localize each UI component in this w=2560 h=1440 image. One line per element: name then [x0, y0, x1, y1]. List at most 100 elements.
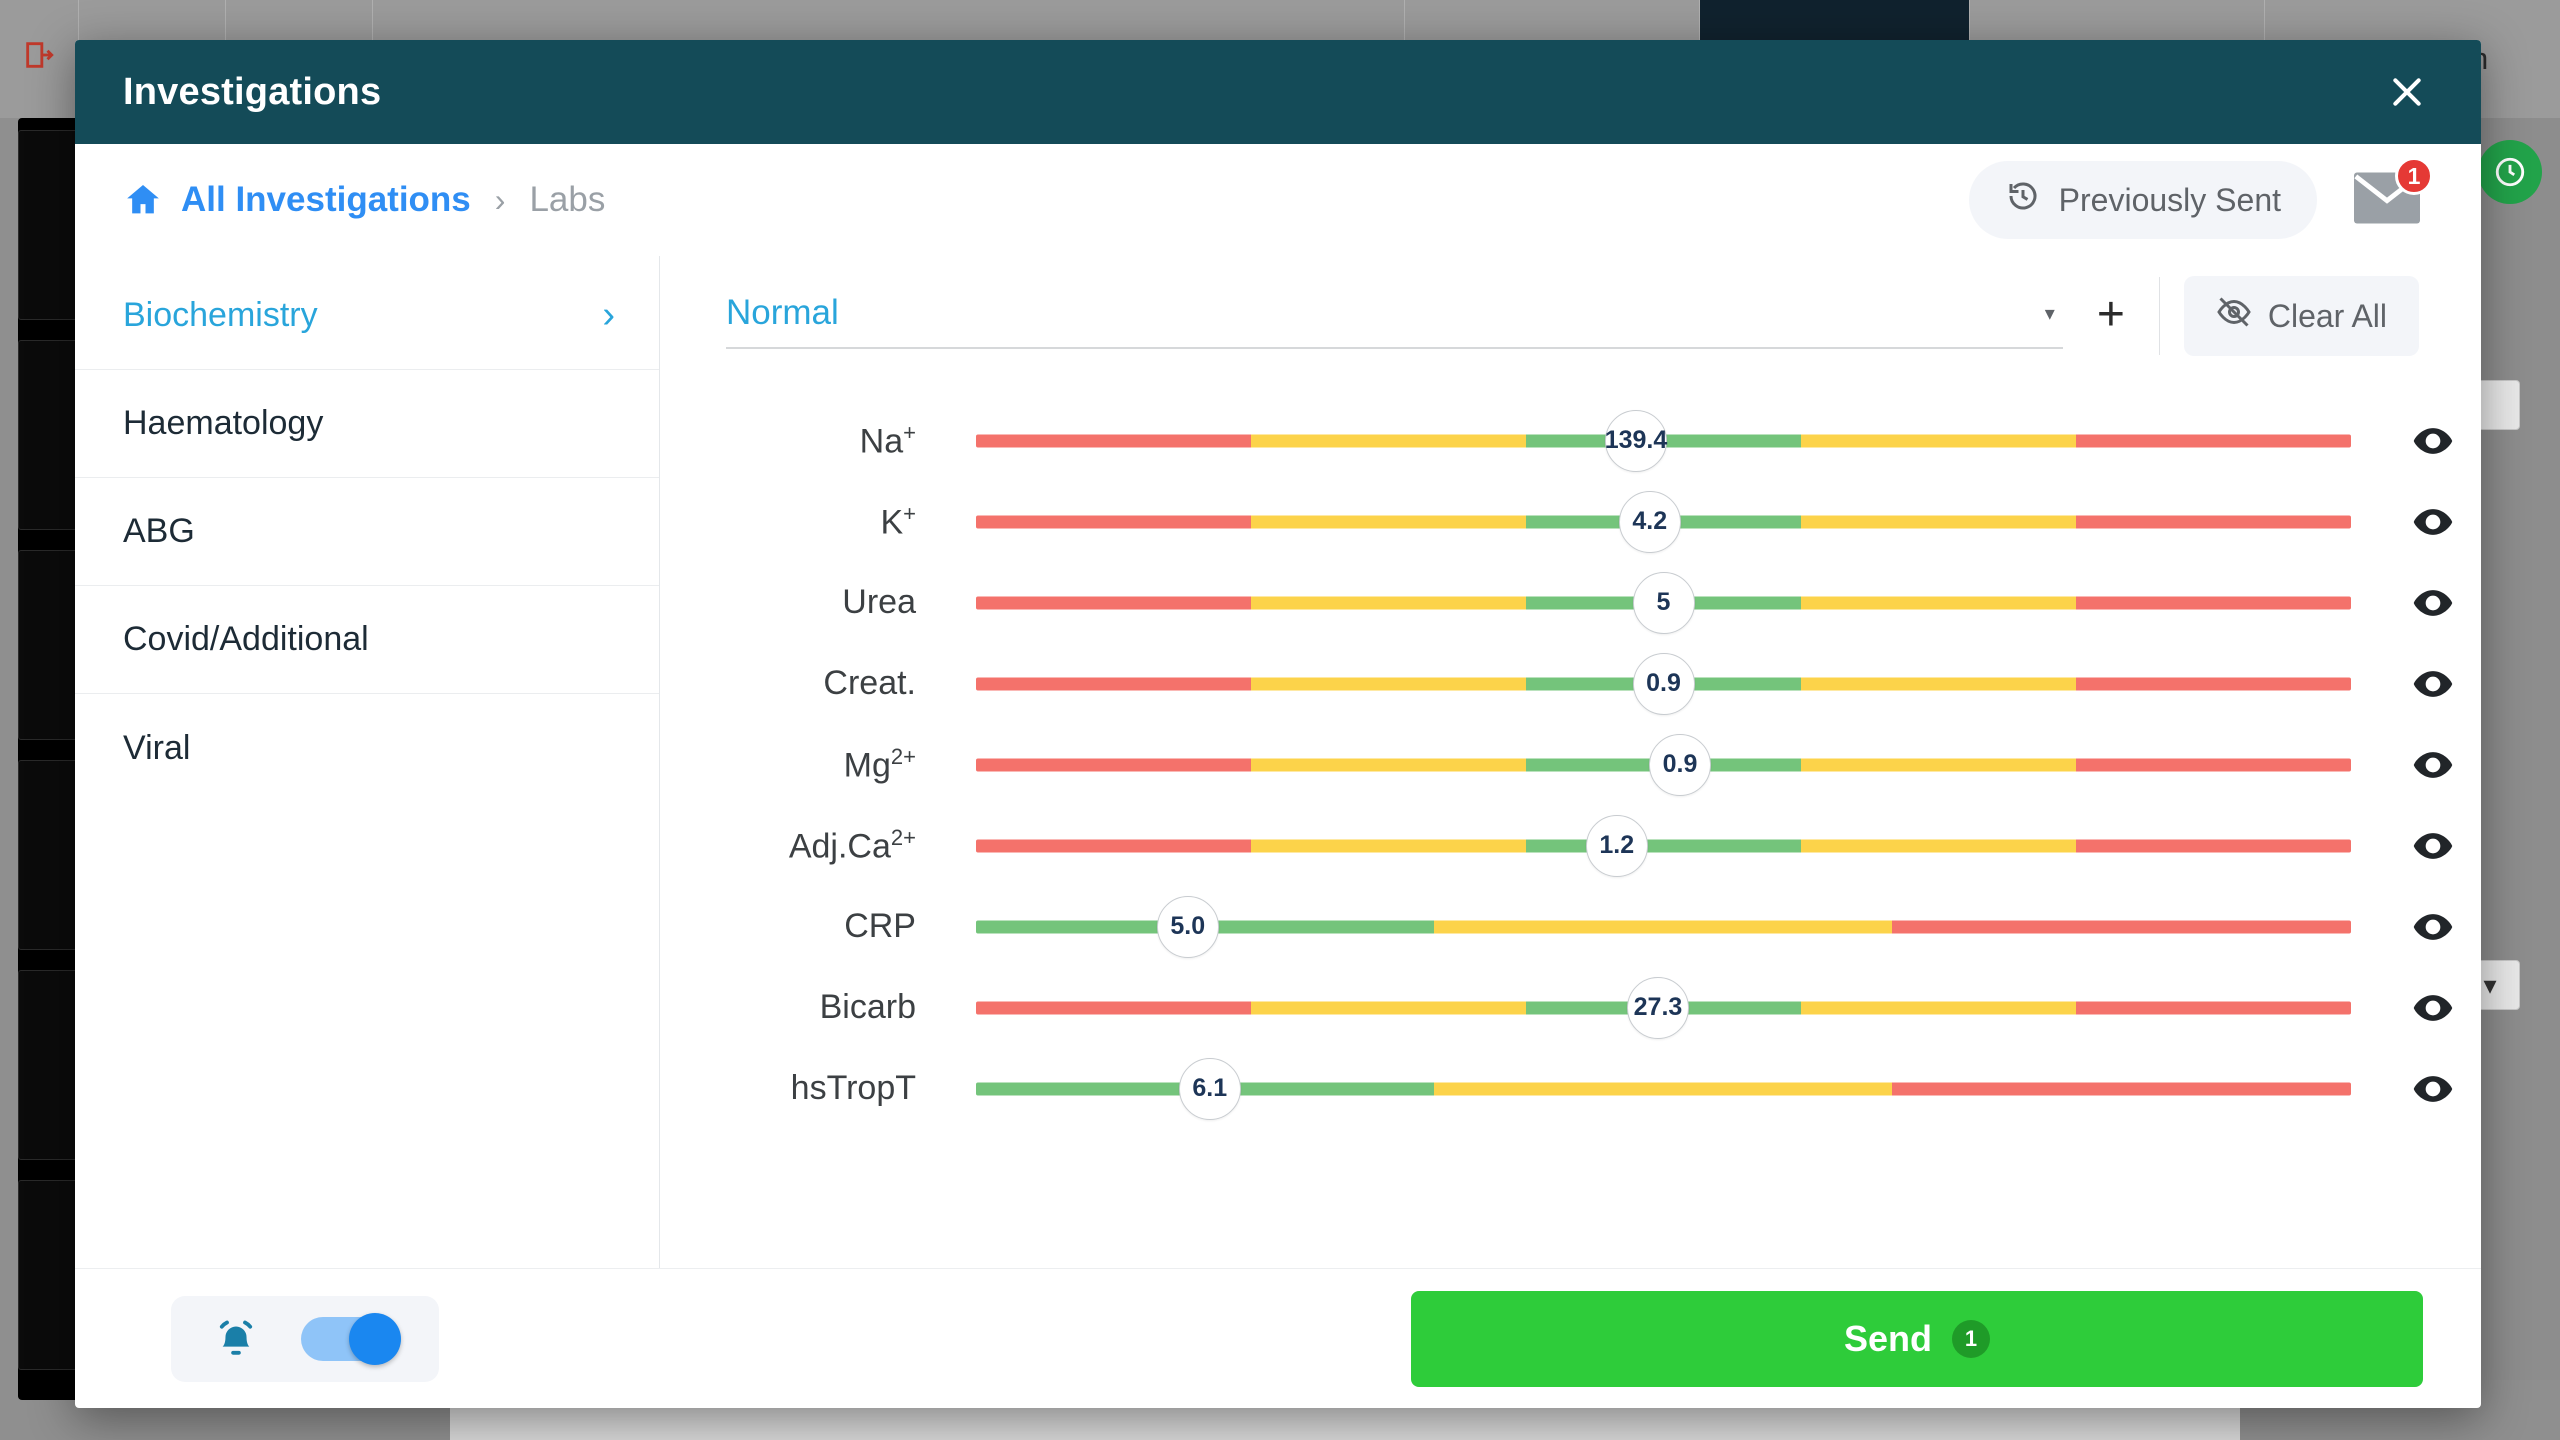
lab-row: K+ 4.2	[660, 481, 2481, 562]
breadcrumb-separator: ›	[494, 181, 506, 218]
add-test-button[interactable]: +	[2063, 291, 2159, 351]
clear-all-label: Clear All	[2267, 297, 2387, 334]
eye-icon[interactable]	[2385, 581, 2481, 625]
modal-body: Biochemistry › Haematology ABG Covid/Add…	[75, 256, 2481, 1268]
lab-row: hsTropT 6.1	[660, 1048, 2481, 1129]
lab-row: Adj.Ca2+ 1.2	[660, 805, 2481, 886]
bell-alert-icon[interactable]	[213, 1316, 259, 1362]
range-segment	[976, 1001, 1251, 1014]
eye-icon[interactable]	[2385, 905, 2481, 949]
modal-header: Investigations	[75, 40, 2481, 144]
mail-button[interactable]: 1	[2351, 157, 2433, 231]
eye-icon[interactable]	[2385, 1067, 2481, 1111]
clear-all-button[interactable]: Clear All	[2183, 276, 2419, 356]
eye-icon[interactable]	[2385, 824, 2481, 868]
lab-row: Mg2+ 0.9	[660, 724, 2481, 805]
toolbar-divider	[2158, 277, 2160, 355]
sidebar-item-haematology[interactable]: Haematology	[75, 370, 659, 478]
alert-toggle-switch[interactable]	[301, 1312, 401, 1365]
sidebar-item-covid-additional[interactable]: Covid/Additional	[75, 586, 659, 694]
lab-label-superscript: 2+	[890, 743, 916, 769]
breadcrumb-all-investigations[interactable]: All Investigations	[181, 180, 471, 220]
range-segment	[976, 434, 1251, 447]
alert-toggle-group	[171, 1295, 439, 1382]
lab-value-marker[interactable]: 1.2	[1585, 814, 1648, 877]
bg-waveform-tile	[18, 340, 80, 530]
lab-range-bar[interactable]: 6.1	[976, 1048, 2351, 1129]
preset-select[interactable]: Normal ▾	[726, 293, 2063, 349]
send-button[interactable]: Send 1	[1411, 1290, 2423, 1387]
lab-range-bar[interactable]: 4.2	[976, 481, 2351, 562]
investigations-modal: Investigations All Investigations › Labs…	[75, 40, 2481, 1408]
range-segment	[2076, 434, 2351, 447]
range-segment	[2076, 677, 2351, 690]
lab-range-bar[interactable]: 1.2	[976, 805, 2351, 886]
breadcrumb-current: Labs	[529, 180, 606, 219]
close-icon[interactable]	[2375, 60, 2439, 124]
range-segment	[1891, 1082, 2351, 1095]
lab-range-bar[interactable]: 0.9	[976, 724, 2351, 805]
sidebar-item-label: ABG	[123, 512, 195, 550]
lab-range-bar[interactable]: 5.0	[976, 886, 2351, 967]
previously-sent-label: Previously Sent	[2058, 181, 2281, 218]
eye-icon[interactable]	[2385, 743, 2481, 787]
range-segment	[1433, 1082, 1892, 1095]
range-segment	[1251, 758, 1526, 771]
range-segment	[976, 758, 1251, 771]
previously-sent-button[interactable]: Previously Sent	[1968, 161, 2317, 239]
sidebar-item-viral[interactable]: Viral	[75, 694, 659, 802]
home-icon[interactable]	[123, 180, 163, 220]
lab-value-marker[interactable]: 139.4	[1605, 409, 1667, 472]
labs-content: Normal ▾ + Clear All Na+ 139.4 K+ 4.2 Urea 5 C…	[660, 256, 2481, 1268]
lab-row: Bicarb 27.3	[660, 967, 2481, 1048]
lab-range-bar[interactable]: 27.3	[976, 967, 2351, 1048]
range-segment	[1801, 758, 2076, 771]
sidebar-item-biochemistry[interactable]: Biochemistry ›	[75, 262, 659, 370]
lab-value-marker[interactable]: 0.9	[1649, 733, 1711, 796]
lab-value-marker[interactable]: 5	[1632, 571, 1695, 634]
bg-status-indicator[interactable]	[2478, 140, 2542, 204]
lab-value-marker[interactable]: 6.1	[1178, 1057, 1241, 1120]
range-segment	[1251, 839, 1526, 852]
mail-badge: 1	[2395, 157, 2433, 195]
lab-value-marker[interactable]: 5.0	[1156, 895, 1219, 958]
lab-label: CRP	[844, 907, 916, 945]
lab-row: Na+ 139.4	[660, 400, 2481, 481]
lab-label: Na+	[859, 419, 916, 461]
eye-icon[interactable]	[2385, 419, 2481, 463]
bg-logout-button[interactable]	[0, 0, 79, 118]
lab-label-superscript: 2+	[890, 824, 916, 850]
sidebar-item-abg[interactable]: ABG	[75, 478, 659, 586]
lab-range-bar[interactable]: 0.9	[976, 643, 2351, 724]
range-segment	[976, 596, 1251, 609]
range-segment	[2076, 1001, 2351, 1014]
lab-label: Urea	[842, 583, 916, 621]
lab-value-marker[interactable]: 4.2	[1618, 490, 1681, 553]
sidebar-item-label: Covid/Additional	[123, 620, 369, 658]
sidebar-item-label: Viral	[123, 728, 191, 767]
range-segment	[2076, 758, 2351, 771]
eye-off-icon	[2216, 294, 2252, 338]
range-segment	[2076, 839, 2351, 852]
chevron-down-icon: ▾	[2044, 302, 2055, 325]
range-segment	[1801, 677, 2076, 690]
range-segment	[976, 677, 1251, 690]
eye-icon[interactable]	[2385, 986, 2481, 1030]
range-segment	[1251, 1001, 1526, 1014]
toggle-knob	[349, 1312, 401, 1365]
range-segment	[976, 839, 1251, 852]
range-segment	[1801, 839, 2076, 852]
lab-range-bar[interactable]: 5	[976, 562, 2351, 643]
range-segment	[976, 515, 1251, 528]
range-segment	[1891, 920, 2351, 933]
lab-value-marker[interactable]: 27.3	[1627, 976, 1689, 1039]
eye-icon[interactable]	[2385, 662, 2481, 706]
range-segments	[976, 839, 2351, 852]
lab-value-marker[interactable]: 0.9	[1632, 652, 1695, 715]
sidebar-item-label: Biochemistry	[123, 296, 318, 334]
bg-waveform-tile	[18, 1180, 80, 1370]
range-segment	[1251, 515, 1526, 528]
range-segment	[1801, 515, 2076, 528]
lab-range-bar[interactable]: 139.4	[976, 400, 2351, 481]
eye-icon[interactable]	[2385, 500, 2481, 544]
